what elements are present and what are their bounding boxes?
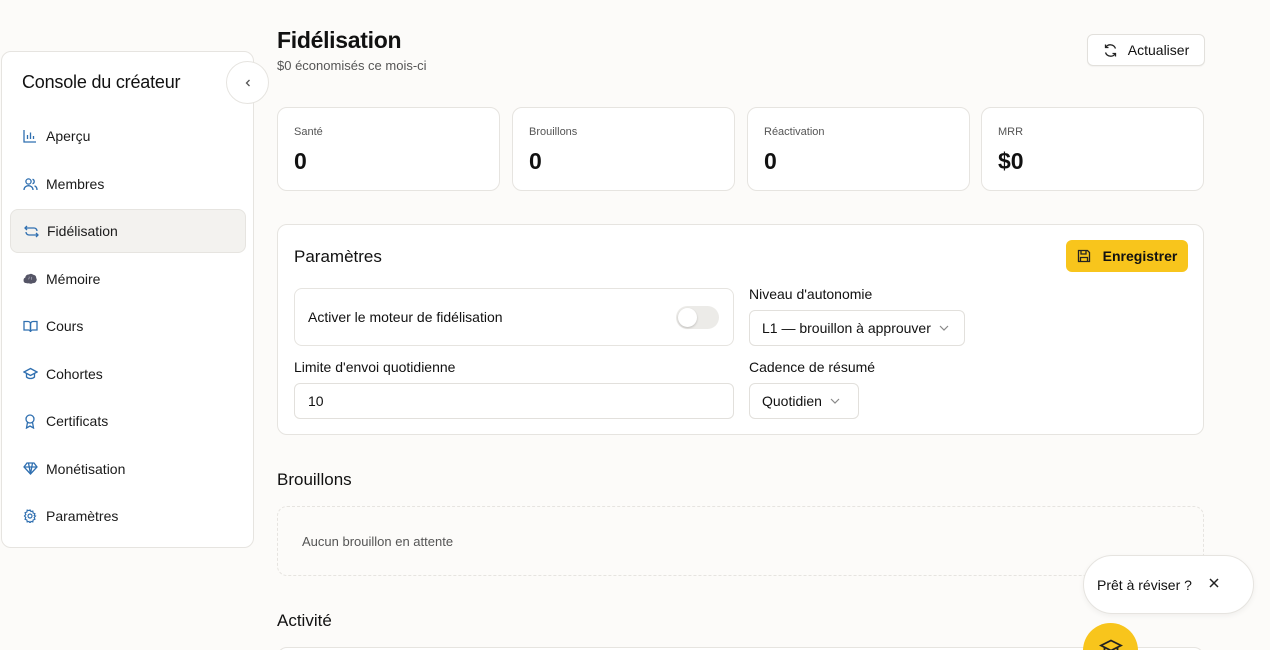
brain-icon (22, 271, 38, 287)
drafts-title: Brouillons (277, 470, 352, 489)
stat-label: Brouillons (529, 126, 578, 138)
award-icon (22, 413, 38, 429)
refresh-icon (1103, 43, 1118, 58)
sidebar: Console du créateur Aperçu Membres Fidél… (1, 51, 254, 548)
sidebar-item-fidelisation[interactable]: Fidélisation (10, 209, 246, 253)
sidebar-item-label: Paramètres (46, 508, 119, 524)
stat-card-sante: Santé 0 (277, 107, 500, 191)
stat-label: Réactivation (764, 126, 825, 138)
chevron-down-icon (830, 398, 840, 404)
engine-toggle-switch[interactable] (676, 306, 719, 329)
stat-label: Santé (294, 126, 323, 138)
sidebar-item-label: Cours (46, 318, 84, 334)
autonomy-value: L1 — brouillon à approuver (762, 320, 931, 336)
sidebar-item-cohortes[interactable]: Cohortes (10, 352, 246, 396)
stat-value: 0 (764, 148, 777, 174)
stat-value: 0 (294, 148, 307, 174)
gem-icon (22, 461, 38, 477)
help-fab-button[interactable] (1083, 623, 1138, 650)
drafts-empty-text: Aucun brouillon en attente (302, 534, 454, 549)
engine-toggle-label: Activer le moteur de fidélisation (308, 309, 503, 325)
cadence-label: Cadence de résumé (749, 359, 876, 375)
cadence-select[interactable]: Quotidien (749, 383, 859, 419)
page-title: Fidélisation (277, 27, 402, 53)
sidebar-nav: Aperçu Membres Fidélisation Mémoire Cour… (10, 114, 246, 542)
settings-panel: Paramètres Enregistrer Activer le moteur… (277, 224, 1204, 435)
close-icon[interactable] (1208, 577, 1220, 589)
gear-icon (22, 508, 38, 524)
save-button[interactable]: Enregistrer (1066, 240, 1188, 272)
graduation-cap-icon (22, 366, 38, 382)
refresh-label: Actualiser (1127, 42, 1190, 58)
sidebar-item-cours[interactable]: Cours (10, 304, 246, 348)
stat-card-reactivation: Réactivation 0 (747, 107, 970, 191)
repeat-icon (23, 223, 39, 239)
sidebar-item-label: Fidélisation (47, 223, 118, 239)
stat-value: 0 (529, 148, 542, 174)
chevron-left-icon (244, 78, 252, 88)
save-icon (1077, 249, 1091, 263)
graduation-cap-icon (1098, 639, 1123, 650)
toast-text: Prêt à réviser ? (1097, 576, 1192, 593)
autonomy-label: Niveau d'autonomie (749, 286, 873, 302)
sidebar-title: Console du créateur (22, 72, 181, 92)
activity-title: Activité (277, 611, 332, 630)
book-open-icon (22, 318, 38, 334)
sidebar-item-label: Monétisation (46, 460, 126, 477)
drafts-empty-state: Aucun brouillon en attente (277, 506, 1204, 576)
chevron-down-icon (939, 325, 949, 331)
sidebar-item-certificats[interactable]: Certificats (10, 399, 246, 443)
bar-chart-icon (22, 128, 38, 144)
sidebar-item-apercu[interactable]: Aperçu (10, 114, 246, 158)
save-label: Enregistrer (1102, 248, 1178, 264)
sidebar-item-label: Membres (46, 175, 105, 192)
daily-limit-input[interactable] (294, 383, 734, 419)
sidebar-item-parametres[interactable]: Paramètres (10, 494, 246, 538)
sidebar-item-label: Certificats (46, 413, 109, 429)
switch-knob (678, 308, 697, 327)
engine-toggle-row: Activer le moteur de fidélisation (294, 288, 734, 346)
sidebar-item-label: Cohortes (46, 365, 103, 382)
refresh-button[interactable]: Actualiser (1087, 34, 1205, 66)
review-toast: Prêt à réviser ? (1083, 555, 1254, 614)
sidebar-item-label: Aperçu (46, 128, 91, 144)
sidebar-item-memoire[interactable]: Mémoire (10, 257, 246, 301)
daily-limit-label: Limite d'envoi quotidienne (294, 359, 456, 375)
page-subtitle: $0 économisés ce mois-ci (277, 58, 427, 73)
stat-label: MRR (998, 126, 1024, 138)
sidebar-item-label: Mémoire (46, 270, 101, 287)
sidebar-item-monetisation[interactable]: Monétisation (10, 447, 246, 491)
stat-card-brouillons: Brouillons 0 (512, 107, 735, 191)
users-icon (22, 176, 38, 192)
sidebar-item-membres[interactable]: Membres (10, 162, 246, 206)
collapse-sidebar-button[interactable] (226, 61, 269, 104)
autonomy-select[interactable]: L1 — brouillon à approuver (749, 310, 965, 346)
cadence-value: Quotidien (762, 393, 822, 409)
stat-card-mrr: MRR $0 (981, 107, 1204, 191)
settings-title: Paramètres (294, 247, 382, 266)
stat-value: $0 (998, 148, 1024, 174)
